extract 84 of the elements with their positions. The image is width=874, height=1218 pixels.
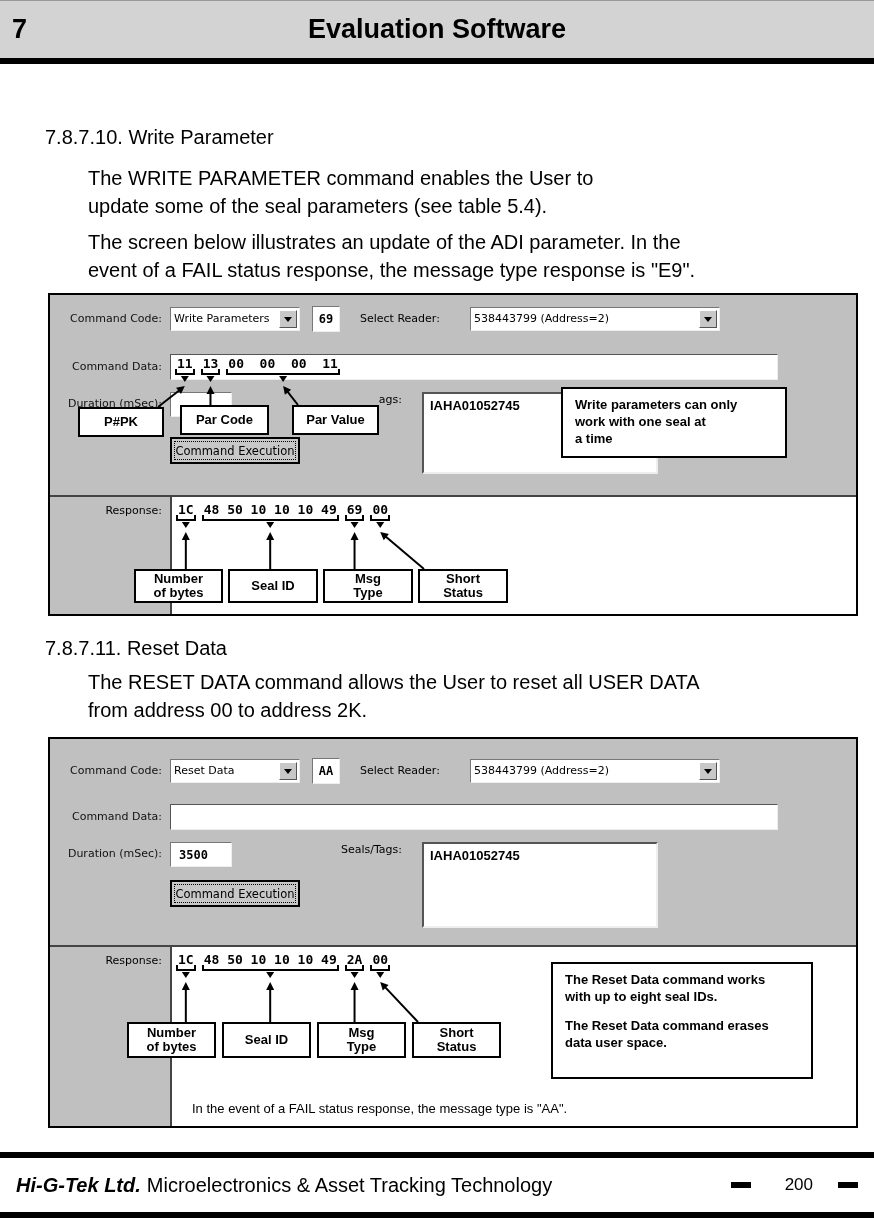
field-label: Select Reader: [360,310,441,327]
code-field[interactable]: AA [312,758,340,784]
body-paragraph: The WRITE PARAMETER command enables the User to update some of the seal parameters (see table 5.4). [88,166,595,219]
command-execution-button[interactable]: Command Execution [170,437,300,464]
hex-byte-group: 1C [176,502,196,521]
dropdown-value: 538443799 (Address=2) [474,310,610,327]
hex-byte-group: 48 50 10 10 10 49 [201,502,339,521]
hex-byte-group: 00 [370,952,391,971]
duration-field[interactable]: 3500 [170,842,232,867]
field-label: Response: [105,954,162,967]
caret-icon [284,768,292,774]
pointer-arrow [376,972,419,1023]
callout-tooltip: Seal ID [222,1022,311,1058]
field-label: Command Data: [71,358,162,375]
caret-icon [704,316,712,322]
body-paragraph: The RESET DATA command allows the User to reset all USER DATA from address 00 to address 2K. [88,670,701,723]
footer-bar-mark [838,1182,858,1188]
dropdown-button[interactable] [699,762,717,780]
callout-tooltip: Seal ID [228,569,318,603]
dropdown-button[interactable] [699,310,717,328]
chapter-title: Evaluation Software [306,13,568,47]
dropdown-value: Write Parameters [174,310,270,327]
callout-tooltip: Msg Type [317,1022,406,1058]
pointer-arrow [350,972,359,1023]
callout-tooltip: Number of bytes [134,569,223,603]
code-field[interactable]: 69 [312,306,340,332]
note-text: The Reset Data command erases data user space. [565,1017,770,1052]
seal-id[interactable]: IAHA01052745 [430,848,520,863]
page-number: 200 [784,1174,813,1197]
hex-byte-group: 2A [344,952,365,971]
field-label: Duration (mSec): [66,846,162,863]
hex-byte-group: 48 50 10 10 10 49 [201,952,339,971]
callout-tooltip: Par Value [292,405,379,435]
chapter-number: 7 [11,13,29,47]
callout-tooltip: P#PK [78,407,164,437]
field-label: Select Reader: [360,762,441,779]
dropdown-value: 538443799 (Address=2) [474,762,610,779]
section-heading: 7.8.7.10. Write Parameter [45,125,275,150]
hex-byte-group: 00 00 00 11 [226,356,340,375]
section-heading: 7.8.7.11. Reset Data [45,636,228,661]
footer-bar-mark [730,1182,751,1188]
command-code-dropdown[interactable]: Write Parameters [170,307,300,331]
command-execution-button[interactable]: Command Execution [170,880,300,907]
field-label: Command Code: [69,310,162,327]
dropdown-value: Reset Data [174,762,235,779]
command-data-field[interactable] [170,804,778,830]
hex-byte-group: 69 [344,502,365,521]
field-label: Command Data: [71,808,162,825]
command-data-field[interactable]: 11 13 00 00 00 11 [170,354,778,380]
seals-list[interactable]: IAHA01052745 [422,842,658,928]
callout-tooltip: Msg Type [323,569,413,603]
field-label: Response: [105,504,162,517]
dropdown-button[interactable] [279,310,297,328]
company-tagline: Microelectronics & Asset Tracking Technology [146,1173,553,1198]
company-name: Hi-G-Tek Ltd. [16,1173,141,1198]
hex-byte-group: 13 [200,356,221,375]
callout-tooltip: Short Status [412,1022,501,1058]
hex-byte-group: 11 [175,356,195,375]
pointer-arrow [181,522,190,570]
pointer-arrow [206,376,215,406]
command-code-dropdown[interactable]: Reset Data [170,759,300,783]
callout-tooltip: Par Code [180,405,269,435]
reader-dropdown[interactable]: 538443799 (Address=2) [470,307,720,331]
dropdown-button[interactable] [279,762,297,780]
pointer-arrow [376,522,425,570]
body-paragraph: The screen below illustrates an update of the ADI parameter. In the event of a FAIL status response, the message type response is "E9". [88,230,697,283]
note-text: The Reset Data command works with up to eight seal IDs. [565,972,767,1006]
seal-id[interactable]: IAHA01052745 [430,398,520,413]
callout-tooltip: Short Status [418,569,508,603]
footnote-text: In the event of a FAIL status response, the message type is "AA". [192,1101,569,1116]
callout-tooltip: Number of bytes [127,1022,216,1058]
caret-icon [704,768,712,774]
field-label: ags: [377,392,402,408]
pointer-arrow [350,522,359,570]
hex-byte-group: 1C [176,952,196,971]
pointer-arrow [279,376,299,406]
reader-dropdown[interactable]: 538443799 (Address=2) [470,759,720,783]
pointer-arrow [266,522,275,570]
hex-byte-group: 00 [370,502,391,521]
pointer-arrow [266,972,275,1023]
pointer-arrow [181,972,190,1023]
field-label: Command Code: [69,762,162,779]
caret-icon [284,316,292,322]
field-label: Seals/Tags: [339,842,402,858]
